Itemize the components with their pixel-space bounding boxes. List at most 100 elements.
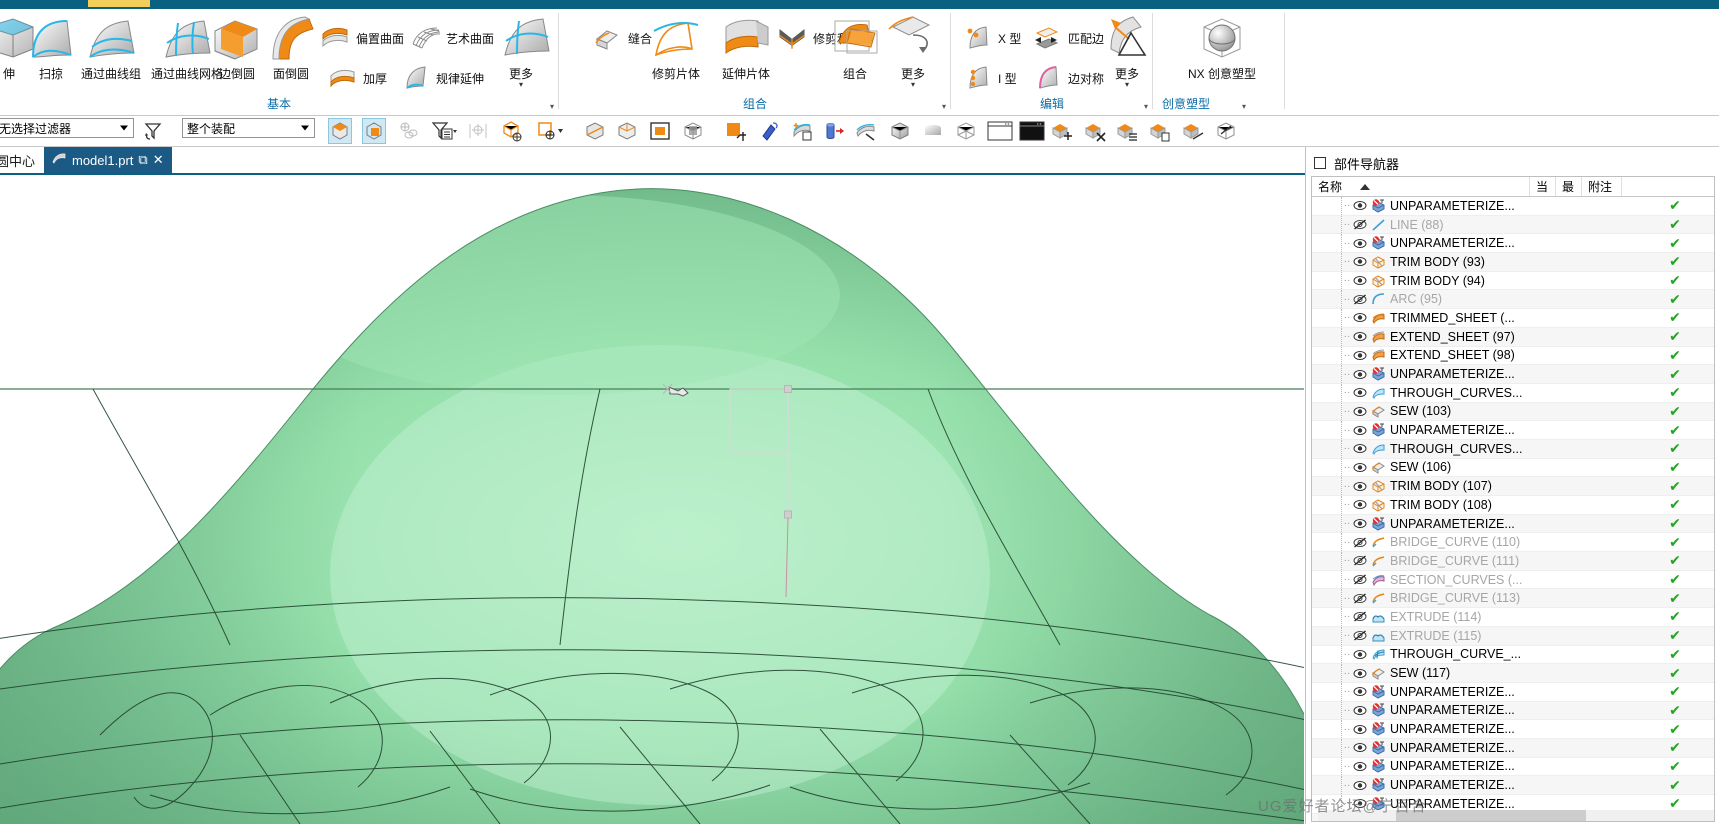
eye-visible-icon[interactable]: [1352, 312, 1368, 323]
tree-row[interactable]: ·· ARC (95) ✔: [1312, 290, 1714, 310]
column-header-latest[interactable]: 最: [1556, 177, 1582, 196]
static-wireframe-button[interactable]: [954, 118, 978, 144]
graphics-viewport[interactable]: [0, 175, 1304, 824]
shaded-no-edges-button[interactable]: [921, 118, 945, 144]
eye-visible-icon[interactable]: [1352, 275, 1368, 286]
ribbon-button-combine[interactable]: 组合: [822, 13, 888, 81]
eye-visible-icon[interactable]: [1352, 705, 1368, 716]
add-datum-button[interactable]: [790, 118, 814, 144]
eye-visible-icon[interactable]: [1352, 369, 1368, 380]
ribbon-button-edge-symmetry[interactable]: 边对称: [1030, 63, 1104, 93]
tree-row[interactable]: ·· LINE (88) ✔: [1312, 215, 1714, 235]
selection-scope-combo[interactable]: 整个装配: [182, 118, 315, 138]
tree-row[interactable]: ·· BRIDGE_CURVE (111) ✔: [1312, 552, 1714, 571]
ribbon-button-i-form[interactable]: I 型: [960, 63, 1017, 93]
section-view-button[interactable]: [583, 118, 607, 144]
eye-hidden-icon[interactable]: [1352, 219, 1368, 230]
tree-row[interactable]: ·· UNPARAMETERIZE... ✔: [1312, 365, 1714, 384]
solid-fill-color-button[interactable]: [648, 118, 672, 144]
eye-visible-icon[interactable]: [1352, 200, 1368, 211]
ribbon-tab-strip[interactable]: [0, 0, 1719, 9]
column-header-current[interactable]: 当: [1530, 177, 1556, 196]
ribbon-button-more-combine[interactable]: 更多 ▾: [880, 13, 946, 89]
cylinder-tool-button[interactable]: [822, 118, 846, 144]
chevron-down-icon[interactable]: ▾: [1094, 81, 1160, 89]
tree-row[interactable]: ·· EXTEND_SHEET (98) ✔: [1312, 346, 1714, 366]
eye-hidden-icon[interactable]: [1352, 611, 1368, 622]
snap-point-disabled-button[interactable]: [466, 118, 490, 144]
ribbon-button-nx-realize-shape[interactable]: NX 创意塑型: [1174, 13, 1270, 81]
ribbon-button-offset-surface[interactable]: 偏置曲面: [318, 23, 404, 53]
cube-shade-button[interactable]: [681, 118, 705, 144]
select-general-objects-button[interactable]: [328, 118, 352, 144]
wireframe-box-button[interactable]: [615, 118, 639, 144]
eye-visible-icon[interactable]: [1352, 387, 1368, 398]
point-snap-button[interactable]: [534, 118, 566, 144]
eye-visible-icon[interactable]: [1352, 238, 1368, 249]
ribbon-button-more-basic[interactable]: 更多 ▾: [488, 13, 554, 89]
eye-hidden-icon[interactable]: [1352, 294, 1368, 305]
sort-ascending-icon[interactable]: [1360, 183, 1371, 190]
shaded-view-button[interactable]: [888, 118, 912, 144]
chevron-down-icon[interactable]: ▾: [488, 81, 554, 89]
white-background-button[interactable]: [986, 118, 1014, 144]
eye-visible-icon[interactable]: [1352, 443, 1368, 454]
eye-hidden-icon[interactable]: [1352, 537, 1368, 548]
tree-row[interactable]: ·· BRIDGE_CURVE (113) ✔: [1312, 589, 1714, 609]
eye-visible-icon[interactable]: [1352, 518, 1368, 529]
tree-row[interactable]: ·· SEW (103) ✔: [1312, 402, 1714, 422]
eye-hidden-icon[interactable]: [1352, 555, 1368, 566]
part-navigator-tree[interactable]: 名称 当 最 附注 ·· UNPARAMETERIZE... ✔ ·· LINE (88…: [1311, 176, 1715, 822]
move-object-button[interactable]: [724, 118, 748, 144]
tree-row[interactable]: ·· UNPARAMETERIZE... ✔: [1312, 720, 1714, 739]
panel-checkbox-icon[interactable]: [1314, 157, 1326, 169]
tree-row[interactable]: ·· UNPARAMETERIZE... ✔: [1312, 197, 1714, 216]
face-snap-button[interactable]: [500, 118, 524, 144]
ribbon-button-through-curves[interactable]: 通过曲线组: [72, 13, 150, 81]
tree-row[interactable]: ·· SEW (106) ✔: [1312, 458, 1714, 478]
document-tab-home[interactable]: 圆中心: [0, 147, 43, 173]
ribbon-group-expander[interactable]: ▾: [1242, 103, 1246, 111]
eye-visible-icon[interactable]: [1352, 761, 1368, 772]
tree-row[interactable]: ·· UNPARAMETERIZE... ✔: [1312, 757, 1714, 777]
select-solid-body-button[interactable]: [362, 118, 386, 144]
edit-object-display-button[interactable]: [1214, 118, 1238, 144]
tree-row[interactable]: ·· SEW (117) ✔: [1312, 664, 1714, 683]
document-tab-model1[interactable]: model1.prt ⧉ ✕: [44, 147, 172, 173]
tree-row[interactable]: ·· TRIMMED_SHEET (... ✔: [1312, 309, 1714, 328]
selection-filter-combo[interactable]: 无选择过滤器: [0, 118, 134, 138]
tree-row[interactable]: ·· TRIM BODY (107) ✔: [1312, 477, 1714, 496]
eye-visible-icon[interactable]: [1352, 462, 1368, 473]
ribbon-group-expander[interactable]: ▾: [550, 103, 554, 111]
black-background-button[interactable]: [1018, 118, 1046, 144]
ribbon-button-trim-sheet[interactable]: 修剪片体: [638, 13, 714, 81]
ribbon-button-thicken[interactable]: 加厚: [325, 63, 387, 93]
immediate-hide-button[interactable]: [1181, 118, 1205, 144]
eye-visible-icon[interactable]: [1352, 499, 1368, 510]
tree-row[interactable]: ·· UNPARAMETERIZE... ✔: [1312, 421, 1714, 440]
ribbon-active-tab-indicator[interactable]: [88, 0, 150, 7]
show-hide-3-button[interactable]: [1115, 118, 1139, 144]
tree-row[interactable]: ·· THROUGH_CURVES... ✔: [1312, 439, 1714, 459]
tree-row[interactable]: ·· THROUGH_CURVE_... ✔: [1312, 645, 1714, 665]
tree-row[interactable]: ·· TRIM BODY (108) ✔: [1312, 496, 1714, 515]
rotate-object-button[interactable]: [757, 118, 781, 144]
ribbon-button-more-edit[interactable]: 更多 ▾: [1094, 13, 1160, 89]
show-hide-2-button[interactable]: [1083, 118, 1107, 144]
sketch-curve-button[interactable]: [854, 118, 878, 144]
eye-visible-icon[interactable]: [1352, 406, 1368, 417]
tree-row[interactable]: ·· UNPARAMETERIZE... ✔: [1312, 738, 1714, 758]
eye-visible-icon[interactable]: [1352, 331, 1368, 342]
ribbon-button-extend-sheet[interactable]: 延伸片体: [708, 13, 784, 81]
eye-visible-icon[interactable]: [1352, 256, 1368, 267]
eye-visible-icon[interactable]: [1352, 350, 1368, 361]
eye-visible-icon[interactable]: [1352, 668, 1368, 679]
chevron-down-icon[interactable]: [120, 125, 128, 131]
eye-hidden-icon[interactable]: [1352, 630, 1368, 641]
ribbon-button-studio-surface[interactable]: 艺术曲面: [408, 23, 494, 53]
tree-row[interactable]: ·· EXTEND_SHEET (97) ✔: [1312, 327, 1714, 347]
show-hide-4-button[interactable]: [1148, 118, 1172, 144]
eye-hidden-icon[interactable]: [1352, 593, 1368, 604]
eye-visible-icon[interactable]: [1352, 724, 1368, 735]
eye-visible-icon[interactable]: [1352, 742, 1368, 753]
